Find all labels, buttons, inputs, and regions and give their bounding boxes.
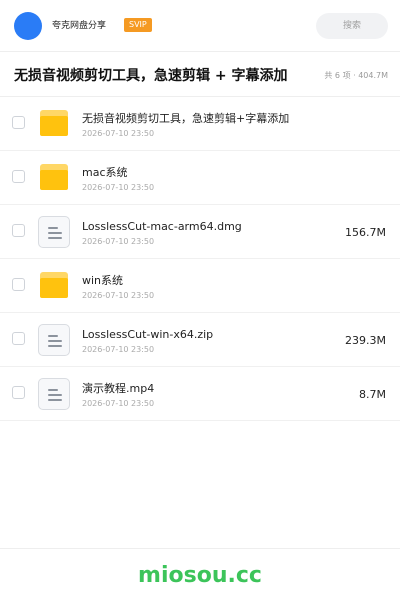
avatar[interactable] (14, 12, 42, 40)
document-icon (38, 216, 70, 248)
file-name[interactable]: win系统 (82, 274, 123, 288)
folder-icon (38, 162, 70, 194)
svip-badge: SVIP (124, 18, 152, 32)
file-size: 156.7M (345, 226, 386, 239)
list-item[interactable]: LosslessCut-win-x64.zip 2026-07-10 23:50… (0, 313, 400, 367)
header-bar: 夸克网盘分享 SVIP (0, 0, 400, 52)
file-list: 无损音视频剪切工具，急速剪辑+字幕添加 2026-07-10 23:50 mac… (0, 97, 400, 421)
file-date: 2026-07-10 23:50 (82, 399, 155, 408)
file-date: 2026-07-10 23:50 (82, 183, 155, 192)
folder-icon (38, 108, 70, 140)
file-date: 2026-07-10 23:50 (82, 129, 155, 138)
file-name[interactable]: 演示教程.mp4 (82, 382, 154, 396)
share-meta: 共 6 项 · 404.7M (324, 71, 388, 80)
list-item[interactable]: 无损音视频剪切工具，急速剪辑+字幕添加 2026-07-10 23:50 (0, 97, 400, 151)
file-name[interactable]: LosslessCut-win-x64.zip (82, 328, 213, 342)
select-checkbox[interactable] (12, 332, 25, 345)
watermark-text: miosou.cc (138, 563, 262, 588)
file-name[interactable]: 无损音视频剪切工具，急速剪辑+字幕添加 (82, 112, 289, 126)
file-date: 2026-07-10 23:50 (82, 291, 155, 300)
select-checkbox[interactable] (12, 278, 25, 291)
select-checkbox[interactable] (12, 386, 25, 399)
file-size: 239.3M (345, 334, 386, 347)
search-input[interactable] (316, 13, 388, 39)
file-name[interactable]: mac系统 (82, 166, 128, 180)
list-item[interactable]: 演示教程.mp4 2026-07-10 23:50 8.7M (0, 367, 400, 421)
file-date: 2026-07-10 23:50 (82, 237, 155, 246)
app-name: 夸克网盘分享 (52, 21, 107, 31)
document-icon (38, 378, 70, 410)
share-title-bar: 无损音视频剪切工具，急速剪辑 + 字幕添加 共 6 项 · 404.7M (0, 53, 400, 97)
file-name[interactable]: LosslessCut-mac-arm64.dmg (82, 220, 242, 234)
document-icon (38, 324, 70, 356)
select-checkbox[interactable] (12, 170, 25, 183)
select-checkbox[interactable] (12, 224, 25, 237)
list-item[interactable]: mac系统 2026-07-10 23:50 (0, 151, 400, 205)
select-checkbox[interactable] (12, 116, 25, 129)
file-date: 2026-07-10 23:50 (82, 345, 155, 354)
list-item[interactable]: LosslessCut-mac-arm64.dmg 2026-07-10 23:… (0, 205, 400, 259)
list-item[interactable]: win系统 2026-07-10 23:50 (0, 259, 400, 313)
folder-icon (38, 270, 70, 302)
footer-bar: miosou.cc (0, 548, 400, 600)
file-size: 8.7M (359, 388, 386, 401)
share-title: 无损音视频剪切工具，急速剪辑 + 字幕添加 (14, 68, 288, 84)
